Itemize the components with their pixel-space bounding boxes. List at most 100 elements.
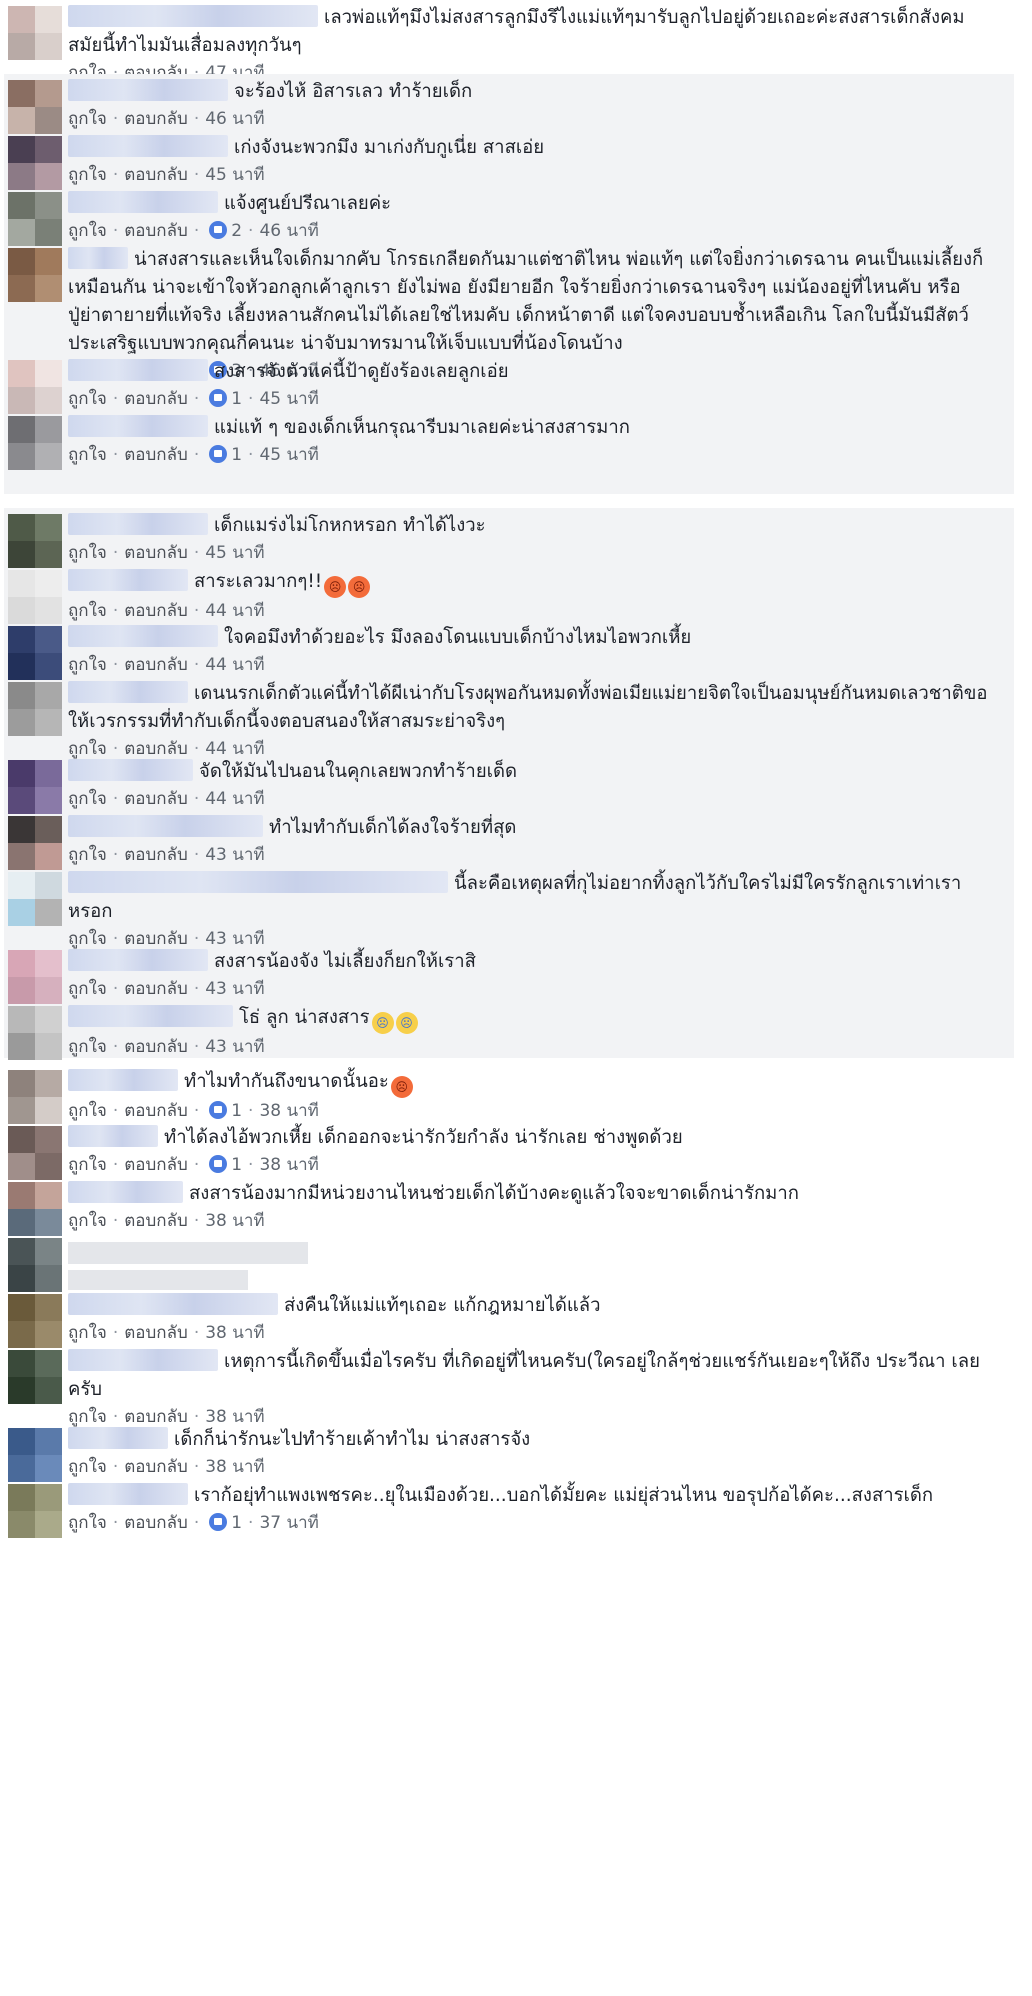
- timestamp[interactable]: 38 นาที: [205, 1211, 264, 1231]
- reply-link[interactable]: ตอบกลับ: [124, 389, 188, 409]
- timestamp[interactable]: 46 นาที: [205, 109, 264, 129]
- commenter-name[interactable]: [68, 1483, 188, 1505]
- timestamp[interactable]: 38 นาที: [205, 1457, 264, 1477]
- avatar[interactable]: [8, 6, 62, 60]
- commenter-name[interactable]: [68, 1349, 218, 1371]
- reaction-count[interactable]: 1: [231, 1101, 242, 1121]
- timestamp[interactable]: 44 นาที: [205, 601, 264, 621]
- avatar[interactable]: [8, 950, 62, 1004]
- reaction-count[interactable]: 1: [231, 389, 242, 409]
- avatar[interactable]: [8, 1070, 62, 1124]
- commenter-name[interactable]: [68, 949, 208, 971]
- avatar[interactable]: [8, 1294, 62, 1348]
- timestamp[interactable]: 46 นาที: [259, 221, 318, 241]
- like-link[interactable]: ถูกใจ: [68, 109, 107, 129]
- timestamp[interactable]: 45 นาที: [205, 165, 264, 185]
- reply-link[interactable]: ตอบกลับ: [124, 445, 188, 465]
- like-link[interactable]: ถูกใจ: [68, 445, 107, 465]
- avatar[interactable]: [8, 360, 62, 414]
- reply-link[interactable]: ตอบกลับ: [124, 1211, 188, 1231]
- timestamp[interactable]: 38 นาที: [205, 1323, 264, 1343]
- like-link[interactable]: ถูกใจ: [68, 1323, 107, 1343]
- like-link[interactable]: ถูกใจ: [68, 221, 107, 241]
- avatar[interactable]: [8, 514, 62, 568]
- timestamp[interactable]: 38 นาที: [259, 1101, 318, 1121]
- commenter-name[interactable]: [68, 513, 208, 535]
- reaction-count[interactable]: 1: [231, 1513, 242, 1533]
- like-link[interactable]: ถูกใจ: [68, 845, 107, 865]
- like-link[interactable]: ถูกใจ: [68, 601, 107, 621]
- timestamp[interactable]: 44 นาที: [205, 789, 264, 809]
- reply-link[interactable]: ตอบกลับ: [124, 109, 188, 129]
- reply-link[interactable]: ตอบกลับ: [124, 221, 188, 241]
- like-link[interactable]: ถูกใจ: [68, 1513, 107, 1533]
- like-link[interactable]: ถูกใจ: [68, 389, 107, 409]
- like-link[interactable]: ถูกใจ: [68, 1211, 107, 1231]
- commenter-name[interactable]: [68, 1069, 178, 1091]
- commenter-name[interactable]: [68, 681, 188, 703]
- commenter-name[interactable]: [68, 815, 263, 837]
- commenter-name[interactable]: [68, 191, 218, 213]
- commenter-name[interactable]: [68, 359, 208, 381]
- commenter-name[interactable]: [68, 1005, 233, 1027]
- reply-link[interactable]: ตอบกลับ: [124, 1155, 188, 1175]
- commenter-name[interactable]: [68, 247, 128, 269]
- avatar[interactable]: [8, 1428, 62, 1482]
- reply-link[interactable]: ตอบกลับ: [124, 1323, 188, 1343]
- avatar[interactable]: [8, 1238, 62, 1292]
- reply-link[interactable]: ตอบกลับ: [124, 789, 188, 809]
- reply-link[interactable]: ตอบกลับ: [124, 655, 188, 675]
- timestamp[interactable]: 45 นาที: [259, 389, 318, 409]
- timestamp[interactable]: 43 นาที: [205, 979, 264, 999]
- reply-link[interactable]: ตอบกลับ: [124, 601, 188, 621]
- avatar[interactable]: [8, 1350, 62, 1404]
- commenter-name[interactable]: [68, 135, 228, 157]
- commenter-name[interactable]: [68, 1181, 183, 1203]
- commenter-name[interactable]: [68, 759, 193, 781]
- timestamp[interactable]: 45 นาที: [259, 445, 318, 465]
- reply-link[interactable]: ตอบกลับ: [124, 543, 188, 563]
- commenter-name[interactable]: [68, 569, 188, 591]
- like-link[interactable]: ถูกใจ: [68, 1101, 107, 1121]
- timestamp[interactable]: 43 นาที: [205, 1037, 264, 1057]
- avatar[interactable]: [8, 872, 62, 926]
- reaction-count[interactable]: 1: [231, 1155, 242, 1175]
- avatar[interactable]: [8, 1182, 62, 1236]
- timestamp[interactable]: 38 นาที: [259, 1155, 318, 1175]
- reply-link[interactable]: ตอบกลับ: [124, 1101, 188, 1121]
- reply-link[interactable]: ตอบกลับ: [124, 979, 188, 999]
- like-link[interactable]: ถูกใจ: [68, 655, 107, 675]
- avatar[interactable]: [8, 1006, 62, 1060]
- commenter-name[interactable]: [68, 1125, 158, 1147]
- reaction-count[interactable]: 2: [231, 221, 242, 241]
- commenter-name[interactable]: [68, 1293, 278, 1315]
- avatar[interactable]: [8, 192, 62, 246]
- commenter-name[interactable]: [68, 625, 218, 647]
- avatar[interactable]: [8, 1484, 62, 1538]
- reply-link[interactable]: ตอบกลับ: [124, 845, 188, 865]
- reply-link[interactable]: ตอบกลับ: [124, 1037, 188, 1057]
- avatar[interactable]: [8, 416, 62, 470]
- commenter-name[interactable]: [68, 871, 448, 893]
- avatar[interactable]: [8, 136, 62, 190]
- like-link[interactable]: ถูกใจ: [68, 165, 107, 185]
- reply-link[interactable]: ตอบกลับ: [124, 1513, 188, 1533]
- avatar[interactable]: [8, 626, 62, 680]
- commenter-name[interactable]: [68, 5, 318, 27]
- reply-link[interactable]: ตอบกลับ: [124, 1457, 188, 1477]
- like-link[interactable]: ถูกใจ: [68, 1037, 107, 1057]
- like-link[interactable]: ถูกใจ: [68, 1155, 107, 1175]
- avatar[interactable]: [8, 1126, 62, 1180]
- like-link[interactable]: ถูกใจ: [68, 543, 107, 563]
- like-link[interactable]: ถูกใจ: [68, 1457, 107, 1477]
- avatar[interactable]: [8, 816, 62, 870]
- avatar[interactable]: [8, 248, 62, 302]
- timestamp[interactable]: 44 นาที: [205, 655, 264, 675]
- timestamp[interactable]: 45 นาที: [205, 543, 264, 563]
- avatar[interactable]: [8, 80, 62, 134]
- avatar[interactable]: [8, 682, 62, 736]
- timestamp[interactable]: 37 นาที: [259, 1513, 318, 1533]
- like-link[interactable]: ถูกใจ: [68, 979, 107, 999]
- commenter-name[interactable]: [68, 79, 228, 101]
- timestamp[interactable]: 43 นาที: [205, 845, 264, 865]
